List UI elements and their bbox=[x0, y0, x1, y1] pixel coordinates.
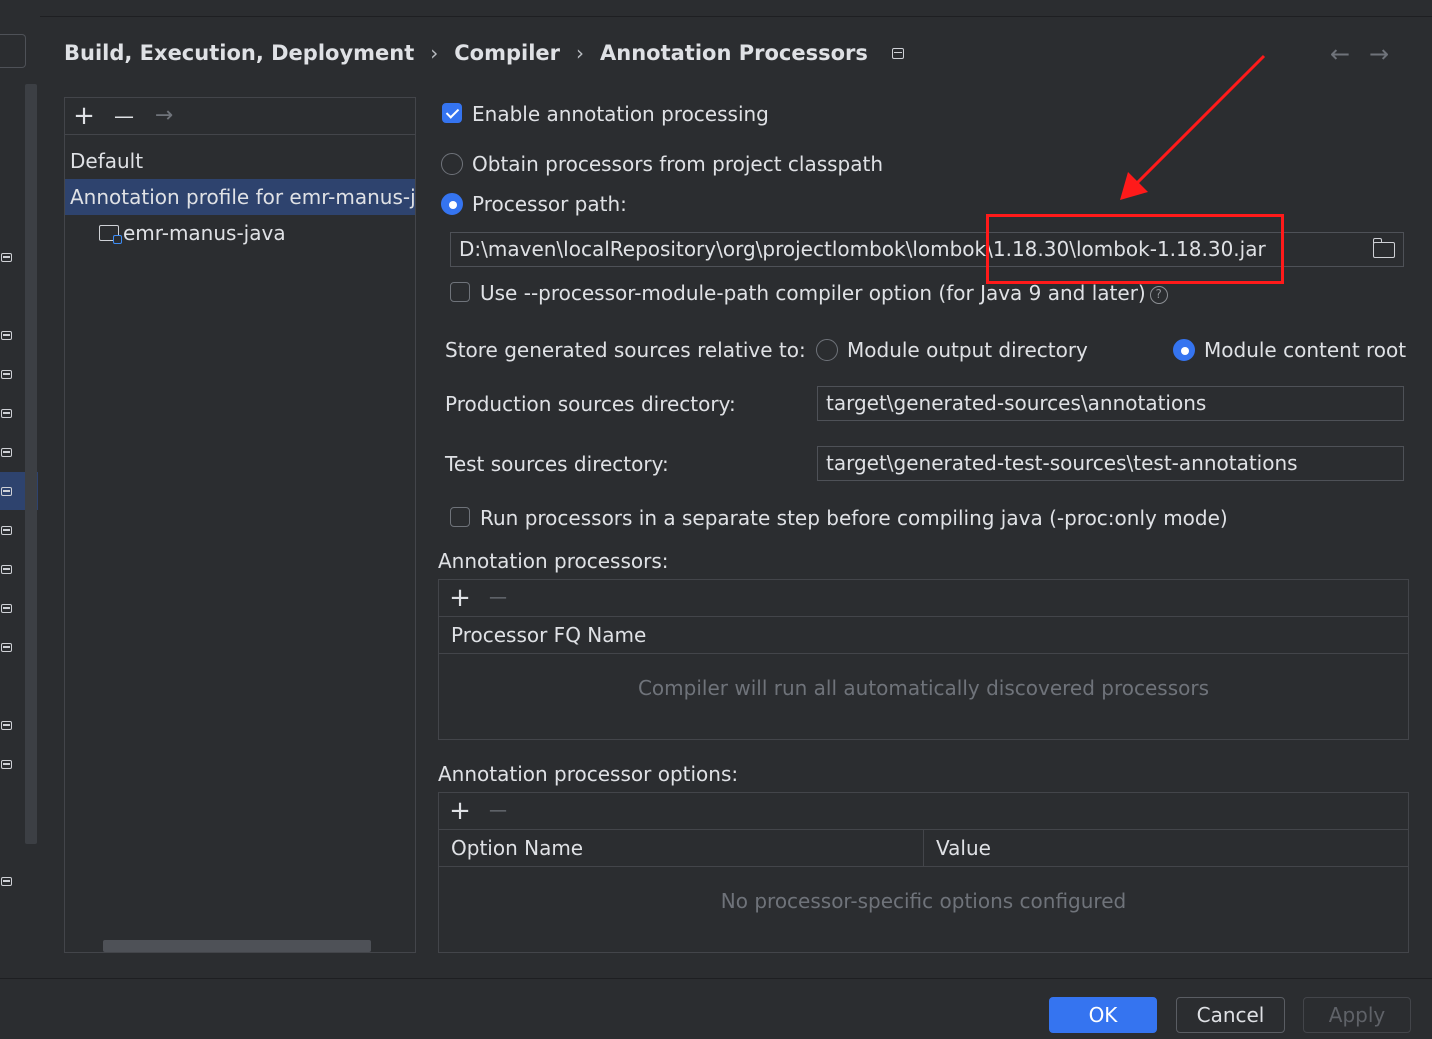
title-strip bbox=[0, 0, 1432, 17]
forward-arrow-icon[interactable]: → bbox=[1369, 40, 1389, 68]
test-dir-label: Test sources directory: bbox=[445, 452, 669, 476]
options-empty-text: No processor-specific options configured bbox=[720, 889, 1127, 913]
module-path-checkbox[interactable] bbox=[450, 282, 470, 302]
apply-button[interactable]: Apply bbox=[1303, 997, 1411, 1033]
profile-label: Annotation profile for emr-manus-java bbox=[70, 185, 415, 209]
value-header[interactable]: Value bbox=[924, 830, 1408, 867]
options-toolbar: + — bbox=[439, 793, 1408, 830]
highlight-box bbox=[986, 214, 1284, 284]
obtain-classpath-label[interactable]: Obtain processors from project classpath bbox=[472, 151, 883, 177]
settings-item-icon[interactable] bbox=[1, 721, 12, 730]
settings-item-icon[interactable] bbox=[1, 643, 12, 652]
options-table: + — Option Name Value No processor-speci… bbox=[438, 792, 1409, 953]
back-arrow-icon[interactable]: ← bbox=[1330, 40, 1350, 68]
project-scope-icon bbox=[891, 47, 904, 59]
breadcrumb: Build, Execution, Deployment › Compiler … bbox=[64, 38, 904, 68]
settings-item-icon[interactable] bbox=[1, 877, 12, 886]
processor-fq-name-header[interactable]: Processor FQ Name bbox=[439, 617, 1408, 654]
profile-emr-manus[interactable]: Annotation profile for emr-manus-java bbox=[65, 179, 415, 215]
profile-label: Default bbox=[70, 149, 144, 173]
module-label: emr-manus-java bbox=[123, 221, 286, 245]
module-folder-icon bbox=[99, 225, 122, 244]
breadcrumb-separator: › bbox=[576, 41, 584, 65]
settings-item-icon[interactable] bbox=[1, 448, 12, 457]
production-dir-label: Production sources directory: bbox=[445, 392, 736, 416]
processor-path-radio[interactable] bbox=[441, 193, 463, 215]
profiles-hscrollbar[interactable] bbox=[103, 940, 371, 952]
processor-path-label[interactable]: Processor path: bbox=[472, 191, 627, 217]
settings-item-icon[interactable] bbox=[1, 331, 12, 340]
module-content-root-label[interactable]: Module content root bbox=[1204, 337, 1406, 363]
breadcrumb-separator: › bbox=[430, 41, 439, 65]
annotation-processors-title: Annotation processors: bbox=[438, 549, 669, 573]
profiles-panel: + — → Default Annotation profile for emr… bbox=[64, 97, 416, 953]
settings-item-icon[interactable] bbox=[1, 565, 12, 574]
production-dir-input[interactable]: target\generated-sources\annotations bbox=[817, 386, 1404, 421]
settings-item-icon[interactable] bbox=[1, 487, 12, 496]
remove-profile-icon[interactable]: — bbox=[113, 103, 135, 129]
processors-table: + — Processor FQ Name Compiler will run … bbox=[438, 579, 1409, 740]
settings-search-box[interactable] bbox=[0, 34, 26, 68]
separate-step-checkbox[interactable] bbox=[450, 507, 470, 527]
add-option-icon[interactable]: + bbox=[449, 798, 471, 824]
browse-folder-icon[interactable] bbox=[1372, 238, 1395, 258]
enable-processing-label[interactable]: Enable annotation processing bbox=[472, 101, 769, 127]
move-to-icon[interactable]: → bbox=[153, 103, 175, 129]
help-icon[interactable]: ? bbox=[1149, 286, 1168, 304]
module-output-radio[interactable] bbox=[816, 339, 838, 361]
add-profile-icon[interactable]: + bbox=[73, 103, 95, 129]
obtain-classpath-radio[interactable] bbox=[441, 153, 463, 175]
settings-item-icon[interactable] bbox=[1, 253, 12, 262]
enable-processing-checkbox[interactable] bbox=[442, 103, 462, 123]
settings-item-icon[interactable] bbox=[1, 409, 12, 418]
settings-item-icon[interactable] bbox=[1, 604, 12, 613]
option-name-header[interactable]: Option Name bbox=[439, 830, 924, 867]
cancel-button[interactable]: Cancel bbox=[1176, 997, 1285, 1033]
profile-default[interactable]: Default bbox=[65, 143, 415, 179]
add-processor-icon[interactable]: + bbox=[449, 585, 471, 611]
module-output-label[interactable]: Module output directory bbox=[847, 337, 1088, 363]
module-emr-manus-java[interactable]: emr-manus-java bbox=[65, 215, 415, 251]
processors-toolbar: + — bbox=[439, 580, 1408, 617]
settings-item-icon[interactable] bbox=[1, 526, 12, 535]
remove-option-icon[interactable]: — bbox=[487, 798, 509, 824]
processors-empty-text: Compiler will run all automatically disc… bbox=[637, 676, 1210, 700]
settings-item-icon[interactable] bbox=[1, 760, 12, 769]
settings-item-icon[interactable] bbox=[1, 370, 12, 379]
processor-options-title: Annotation processor options: bbox=[438, 762, 739, 786]
remove-processor-icon[interactable]: — bbox=[487, 585, 509, 611]
module-path-text: Use --processor-module-path compiler opt… bbox=[480, 281, 1146, 305]
store-generated-label: Store generated sources relative to: bbox=[445, 338, 806, 362]
breadcrumb-build[interactable]: Build, Execution, Deployment bbox=[64, 41, 414, 65]
profiles-toolbar: + — → bbox=[65, 98, 415, 135]
separate-step-label[interactable]: Run processors in a separate step before… bbox=[480, 505, 1228, 531]
module-content-root-radio[interactable] bbox=[1173, 339, 1195, 361]
settings-nav-scrollbar[interactable] bbox=[25, 84, 37, 844]
ok-button[interactable]: OK bbox=[1049, 997, 1157, 1033]
breadcrumb-compiler[interactable]: Compiler bbox=[454, 41, 560, 65]
breadcrumb-annotation-processors: Annotation Processors bbox=[600, 41, 868, 65]
annotation-arrow-icon bbox=[1120, 54, 1266, 200]
test-dir-input[interactable]: target\generated-test-sources\test-annot… bbox=[817, 446, 1404, 481]
